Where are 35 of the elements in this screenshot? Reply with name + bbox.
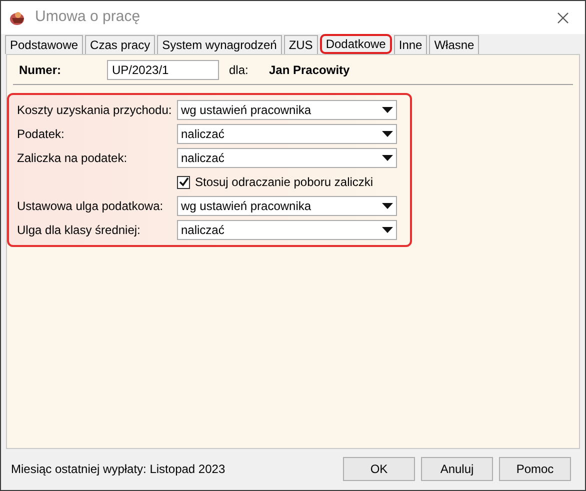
tab[interactable]: Podstawowe	[5, 35, 84, 54]
dialog-button[interactable]: OK	[343, 457, 415, 481]
dropdown-arrow-icon	[382, 203, 393, 209]
tab[interactable]: System wynagrodzeń	[157, 35, 282, 54]
checkbox[interactable]	[177, 176, 190, 188]
field-label: Ulga dla klasy średniej:	[17, 222, 142, 239]
dropdown-arrow-icon	[382, 107, 393, 113]
dropdown[interactable]: naliczać	[177, 220, 397, 240]
tab[interactable]: Własne	[429, 35, 480, 54]
number-field[interactable]: UP/2023/1	[107, 60, 219, 80]
dropdown-arrow-icon	[382, 131, 393, 137]
field-label: Koszty uzyskania przychodu:	[17, 102, 173, 119]
tab[interactable]: ZUS	[284, 35, 318, 54]
dropdown[interactable]: naliczać	[177, 148, 397, 168]
dropdown[interactable]: naliczać	[177, 124, 397, 144]
field-label: Podatek:	[17, 126, 66, 143]
dropdown[interactable]: wg ustawień pracownika	[177, 196, 397, 216]
dialog-button[interactable]: Anuluj	[421, 457, 493, 481]
employee-name: Jan Pracowity	[269, 62, 350, 78]
tab[interactable]: Czas pracy	[85, 35, 156, 54]
tab[interactable]: Dodatkowe	[320, 34, 392, 54]
field-label: Ustawowa ulga podatkowa:	[17, 198, 164, 215]
dropdown-arrow-icon	[382, 227, 393, 233]
number-label: Numer:	[19, 62, 62, 78]
status-text: Miesiąc ostatniej wypłaty: Listopad 2023	[11, 461, 226, 478]
dropdown[interactable]: wg ustawień pracownika	[177, 100, 397, 120]
field-label: Zaliczka na podatek:	[17, 150, 128, 167]
app-logo-icon	[9, 10, 27, 26]
dropdown-arrow-icon	[382, 155, 393, 161]
dialog-button[interactable]: Pomoc	[499, 457, 571, 481]
tab[interactable]: Inne	[394, 35, 428, 54]
close-icon[interactable]	[557, 12, 569, 24]
for-label: dla:	[229, 62, 250, 78]
window-title: Umowa o pracę	[35, 7, 140, 28]
checkbox-label: Stosuj odraczanie poboru zaliczki	[195, 174, 374, 191]
